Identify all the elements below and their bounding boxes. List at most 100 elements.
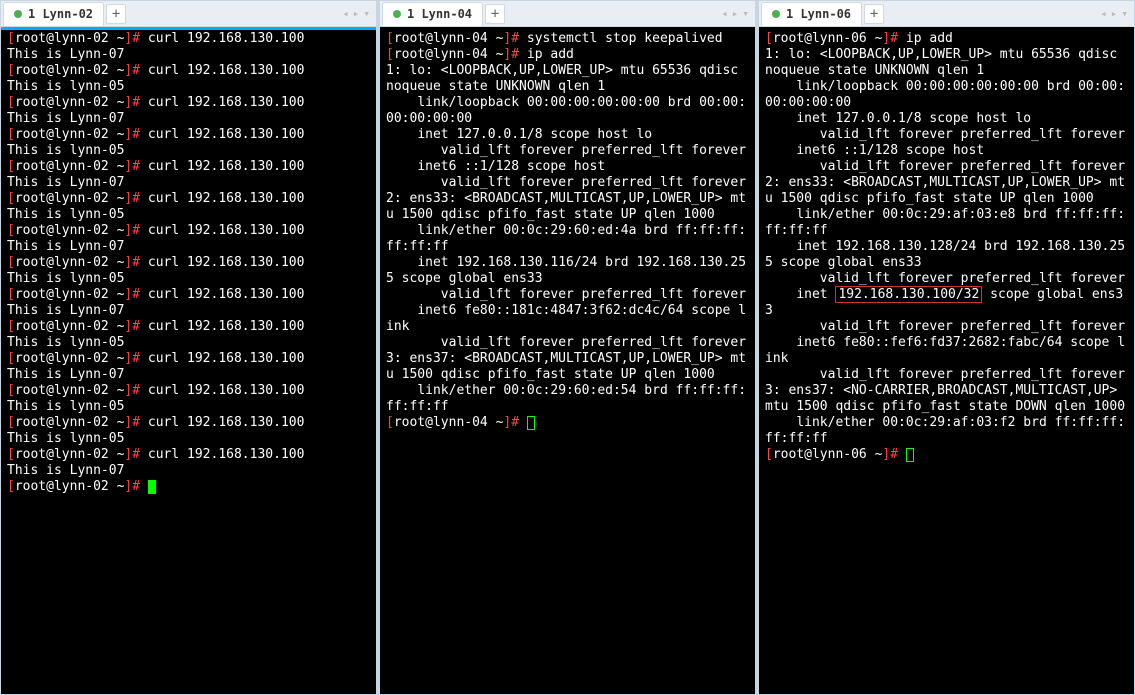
- terminal-line: valid_lft forever preferred_lft forever: [765, 271, 1128, 287]
- terminal-line: link/loopback 00:00:00:00:00:00 brd 00:0…: [765, 79, 1128, 111]
- terminal-window-2: 1 Lynn-06+ ◂ ▸▾ [root@lynn-06 ~]# ip add1: …: [758, 0, 1135, 695]
- terminal-line: 1: lo: <LOOPBACK,UP,LOWER_UP> mtu 65536 …: [765, 47, 1128, 79]
- nav-left-icon[interactable]: ◂: [342, 7, 349, 20]
- terminal-line: 2: ens33: <BROADCAST,MULTICAST,UP,LOWER_…: [765, 175, 1128, 207]
- add-tab-button[interactable]: +: [485, 4, 505, 24]
- tab[interactable]: 1 Lynn-04: [382, 2, 483, 26]
- terminal-line: [root@lynn-02 ~]# curl 192.168.130.100: [7, 319, 370, 335]
- terminal-line: [root@lynn-02 ~]# curl 192.168.130.100: [7, 287, 370, 303]
- prompt-user: root@lynn-02 ~: [15, 287, 125, 302]
- output-text: 1: lo: <LOOPBACK,UP,LOWER_UP> mtu 65536 …: [386, 63, 746, 94]
- nav-right-icon[interactable]: ▸: [353, 7, 360, 20]
- terminal-line: [root@lynn-02 ~]# curl 192.168.130.100: [7, 191, 370, 207]
- terminal-line: inet 192.168.130.100/32 scope global ens…: [765, 287, 1128, 319]
- output-text: This is lynn-05: [7, 399, 124, 414]
- nav-down-icon[interactable]: ▾: [363, 7, 370, 20]
- prompt-user: root@lynn-04 ~: [394, 47, 504, 62]
- prompt-bracket-icon: ]#: [124, 383, 147, 398]
- output-text: inet 192.168.130.128/24 brd 192.168.130.…: [765, 239, 1125, 270]
- nav-down-icon[interactable]: ▾: [1121, 7, 1128, 20]
- nav-right-icon[interactable]: ▸: [1111, 7, 1118, 20]
- prompt-bracket-icon: [: [7, 415, 15, 430]
- prompt-user: root@lynn-02 ~: [15, 159, 125, 174]
- terminal-output[interactable]: [root@lynn-04 ~]# systemctl stop keepali…: [380, 27, 755, 694]
- terminal-line: link/ether 00:0c:29:af:03:f2 brd ff:ff:f…: [765, 415, 1128, 447]
- terminal-line: valid_lft forever preferred_lft forever: [386, 143, 749, 159]
- command-text: curl 192.168.130.100: [148, 447, 305, 462]
- prompt-user: root@lynn-04 ~: [394, 415, 504, 430]
- command-text: curl 192.168.130.100: [148, 351, 305, 366]
- prompt-bracket-icon: [: [7, 159, 15, 174]
- terminal-line: valid_lft forever preferred_lft forever: [765, 127, 1128, 143]
- output-text: valid_lft forever preferred_lft forever: [386, 175, 746, 190]
- terminal-line: [root@lynn-02 ~]# curl 192.168.130.100: [7, 447, 370, 463]
- prompt-user: root@lynn-06 ~: [773, 31, 883, 46]
- prompt-bracket-icon: [: [7, 31, 15, 46]
- nav-right-icon[interactable]: ▸: [732, 7, 739, 20]
- prompt-bracket-icon: [: [7, 255, 15, 270]
- prompt-user: root@lynn-02 ~: [15, 63, 125, 78]
- terminal-line: This is Lynn-07: [7, 47, 370, 63]
- terminal-line: This is Lynn-07: [7, 367, 370, 383]
- prompt-user: root@lynn-02 ~: [15, 223, 125, 238]
- prompt-bracket-icon: [: [7, 223, 15, 238]
- command-text: curl 192.168.130.100: [148, 63, 305, 78]
- tab[interactable]: 1 Lynn-02: [3, 2, 104, 26]
- output-text: valid_lft forever preferred_lft forever: [386, 335, 746, 350]
- terminal-line: [root@lynn-04 ~]#: [386, 415, 749, 431]
- prompt-bracket-icon: [: [386, 47, 394, 62]
- prompt-bracket-icon: ]#: [124, 447, 147, 462]
- output-text: This is lynn-05: [7, 431, 124, 446]
- terminal-line: 3: ens37: <NO-CARRIER,BROADCAST,MULTICAS…: [765, 383, 1128, 415]
- terminal-line: [root@lynn-02 ~]# curl 192.168.130.100: [7, 63, 370, 79]
- terminal-line: valid_lft forever preferred_lft forever: [765, 367, 1128, 383]
- nav-down-icon[interactable]: ▾: [742, 7, 749, 20]
- output-text: This is lynn-05: [7, 79, 124, 94]
- output-text: link/loopback 00:00:00:00:00:00 brd 00:0…: [765, 79, 1125, 110]
- terminal-line: valid_lft forever preferred_lft forever: [765, 319, 1128, 335]
- command-text: curl 192.168.130.100: [148, 95, 305, 110]
- terminal-line: This is Lynn-07: [7, 175, 370, 191]
- terminal-line: [root@lynn-02 ~]# curl 192.168.130.100: [7, 127, 370, 143]
- prompt-bracket-icon: ]#: [124, 351, 147, 366]
- output-text: This is Lynn-07: [7, 463, 124, 478]
- terminal-line: [root@lynn-02 ~]# curl 192.168.130.100: [7, 159, 370, 175]
- prompt-bracket-icon: [: [765, 31, 773, 46]
- prompt-user: root@lynn-02 ~: [15, 191, 125, 206]
- prompt-bracket-icon: [: [7, 287, 15, 302]
- prompt-bracket-icon: [: [7, 95, 15, 110]
- output-text: valid_lft forever preferred_lft forever: [765, 319, 1125, 334]
- command-text: curl 192.168.130.100: [148, 159, 305, 174]
- output-text: inet: [765, 287, 835, 302]
- output-text: valid_lft forever preferred_lft forever: [765, 367, 1125, 382]
- nav-left-icon[interactable]: ◂: [1100, 7, 1107, 20]
- terminal-line: This is lynn-05: [7, 271, 370, 287]
- output-text: This is lynn-05: [7, 207, 124, 222]
- tab-bar: 1 Lynn-02+ ◂ ▸▾: [1, 1, 376, 27]
- output-text: link/ether 00:0c:29:60:ed:4a brd ff:ff:f…: [386, 223, 746, 254]
- terminal-line: This is Lynn-07: [7, 303, 370, 319]
- terminal-line: inet6 fe80::181c:4847:3f62:dc4c/64 scope…: [386, 303, 749, 335]
- command-text: curl 192.168.130.100: [148, 127, 305, 142]
- output-text: inet6 fe80::fef6:fd37:2682:fabc/64 scope…: [765, 335, 1125, 366]
- prompt-bracket-icon: ]#: [124, 159, 147, 174]
- command-text: ip add: [527, 47, 574, 62]
- prompt-bracket-icon: ]#: [503, 31, 526, 46]
- terminal-line: [root@lynn-02 ~]# curl 192.168.130.100: [7, 351, 370, 367]
- terminal-line: valid_lft forever preferred_lft forever: [386, 175, 749, 191]
- terminal-line: link/ether 00:0c:29:60:ed:54 brd ff:ff:f…: [386, 383, 749, 415]
- prompt-bracket-icon: [: [386, 31, 394, 46]
- terminal-line: This is lynn-05: [7, 335, 370, 351]
- add-tab-button[interactable]: +: [106, 4, 126, 24]
- prompt-bracket-icon: [: [7, 383, 15, 398]
- nav-left-icon[interactable]: ◂: [721, 7, 728, 20]
- terminal-output[interactable]: [root@lynn-02 ~]# curl 192.168.130.100Th…: [1, 27, 376, 694]
- tab-nav: ◂ ▸▾: [1100, 7, 1132, 20]
- output-text: link/ether 00:0c:29:60:ed:54 brd ff:ff:f…: [386, 383, 746, 414]
- tab[interactable]: 1 Lynn-06: [761, 2, 862, 26]
- prompt-bracket-icon: [: [7, 479, 15, 494]
- terminal-line: inet6 fe80::fef6:fd37:2682:fabc/64 scope…: [765, 335, 1128, 367]
- terminal-line: [root@lynn-02 ~]# curl 192.168.130.100: [7, 415, 370, 431]
- add-tab-button[interactable]: +: [864, 4, 884, 24]
- terminal-output[interactable]: [root@lynn-06 ~]# ip add1: lo: <LOOPBACK…: [759, 27, 1134, 694]
